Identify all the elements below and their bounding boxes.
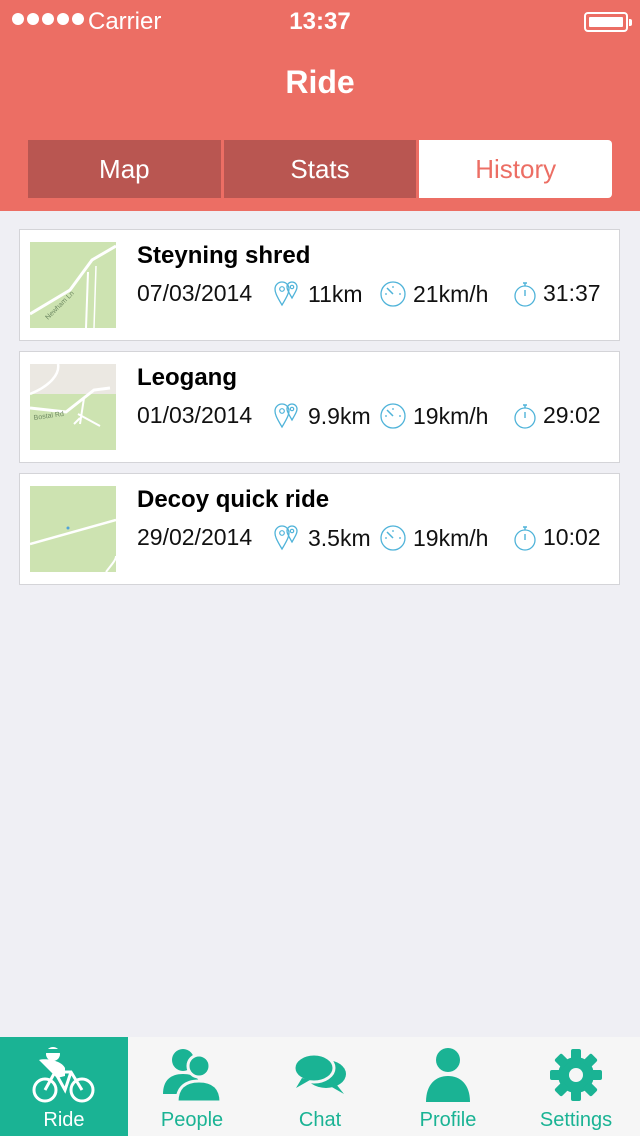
status-bar: Carrier 13:37 [0, 8, 640, 36]
ride-date: 01/03/2014 [137, 402, 253, 428]
battery-icon [584, 12, 632, 32]
ride-duration: 10:02 [543, 524, 601, 550]
ride-date: 29/02/2014 [137, 524, 253, 550]
ride-list-item[interactable]: Bostal Rd Leogang 01/03/2014 9.9km 19km/… [19, 351, 620, 463]
ride-distance: 11km [308, 280, 363, 307]
tab-label: Ride [43, 1109, 85, 1131]
speedometer-icon [380, 281, 406, 307]
tab-settings[interactable]: Settings [512, 1037, 640, 1136]
map-thumbnail: Bostal Rd [30, 364, 116, 450]
tab-label: Profile [419, 1109, 477, 1131]
profile-icon [426, 1048, 470, 1102]
segment-history[interactable]: History [419, 140, 613, 198]
nav-header: Carrier 13:37 Ride Map Stats History [0, 0, 640, 211]
chat-icon [292, 1052, 346, 1094]
map-street-label: Bostal Rd [33, 411, 64, 422]
speedometer-icon [380, 403, 406, 429]
tab-profile[interactable]: Profile [384, 1037, 512, 1136]
ride-speed: 19km/h [413, 524, 489, 551]
ride-distance: 3.5km [308, 524, 371, 551]
ride-speed: 19km/h [413, 402, 489, 429]
segment-map[interactable]: Map [28, 140, 221, 198]
ride-duration: 29:02 [543, 402, 601, 428]
ride-date: 07/03/2014 [137, 280, 253, 306]
stopwatch-icon [514, 525, 536, 551]
stopwatch-icon [514, 281, 536, 307]
distance-pin-icon [274, 525, 298, 551]
ride-distance: 9.9km [308, 402, 371, 429]
tab-ride[interactable]: Ride [0, 1037, 128, 1136]
ride-name: Steyning shred [137, 242, 311, 269]
ride-name: Decoy quick ride [137, 486, 330, 513]
tab-label: People [160, 1109, 224, 1131]
tab-label: Chat [298, 1109, 342, 1131]
tab-chat[interactable]: Chat [256, 1037, 384, 1136]
distance-pin-icon [274, 403, 298, 429]
tab-label: Settings [539, 1109, 613, 1131]
distance-pin-icon [274, 281, 298, 307]
stopwatch-icon [514, 403, 536, 429]
bicycle-icon [32, 1047, 95, 1103]
ride-speed: 21km/h [413, 280, 489, 307]
gear-icon [550, 1049, 602, 1101]
map-thumbnail: Newham Ln [30, 242, 116, 328]
ride-name: Leogang [137, 364, 237, 391]
speedometer-icon [380, 525, 406, 551]
map-thumbnail [30, 486, 116, 572]
people-icon [163, 1049, 223, 1104]
ride-list-item[interactable]: Decoy quick ride 29/02/2014 3.5km 19km/h… [19, 473, 620, 585]
segment-stats[interactable]: Stats [223, 140, 417, 198]
clock: 13:37 [289, 8, 351, 35]
ride-duration: 31:37 [543, 280, 601, 306]
tab-bar: Ride People Chat Profile Settings [0, 1037, 640, 1136]
ride-list-item[interactable]: Newham Ln Steyning shred 07/03/2014 11km… [19, 229, 620, 341]
tab-people[interactable]: People [128, 1037, 256, 1136]
page-title: Ride [285, 64, 355, 100]
segmented-control: Map Stats History [28, 140, 613, 198]
